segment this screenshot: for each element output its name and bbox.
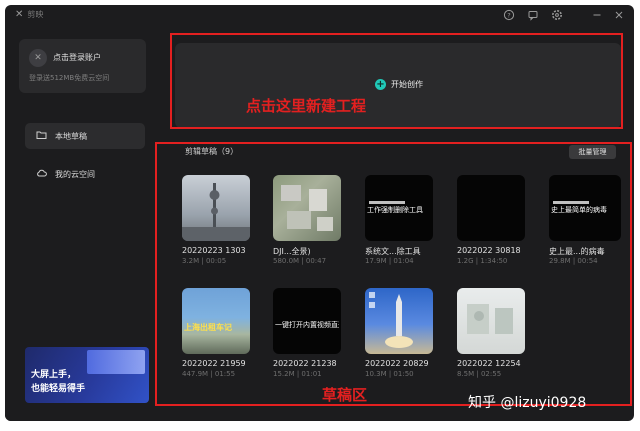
settings-gear-icon[interactable]: [551, 9, 563, 21]
promo-line-2: 也能轻易得手: [31, 384, 86, 394]
app-name: 剪映: [27, 10, 44, 19]
drafts-annotation-label: 草稿区: [322, 386, 368, 404]
nav-local-drafts[interactable]: 本地草稿: [25, 123, 145, 149]
login-subtitle: 登录送512MB免费云空间: [29, 74, 110, 82]
folder-icon: [35, 130, 47, 143]
watermark: 知乎 @lizuyi0928: [468, 395, 587, 411]
svg-text:?: ?: [507, 11, 510, 19]
cloud-icon: [35, 168, 47, 181]
promo-line-1: 大屏上手，: [31, 370, 77, 380]
sidebar: ✕ 点击登录账户 登录送512MB免费云空间 本地草稿 我的云空间 大屏上手， …: [5, 27, 157, 421]
minimize-icon[interactable]: [591, 9, 603, 21]
login-card[interactable]: ✕ 点击登录账户 登录送512MB免费云空间: [19, 39, 146, 93]
create-annotation-label: 点击这里新建工程: [246, 97, 367, 115]
close-icon[interactable]: [613, 9, 625, 21]
promo-image: [87, 350, 145, 374]
login-title: 点击登录账户: [53, 53, 101, 62]
help-icon[interactable]: ?: [503, 9, 515, 21]
title-bar: ✕ 剪映 ?: [5, 5, 634, 27]
create-annotation-box: [170, 33, 623, 129]
feedback-icon[interactable]: [527, 9, 539, 21]
drafts-annotation-box: [155, 142, 632, 406]
promo-banner[interactable]: 大屏上手， 也能轻易得手: [25, 347, 149, 403]
nav-label: 我的云空间: [55, 169, 95, 179]
nav-cloud-space[interactable]: 我的云空间: [25, 161, 145, 187]
nav-label: 本地草稿: [55, 131, 87, 141]
app-logo: ✕ 剪映: [15, 9, 43, 20]
jianying-logo-icon: ✕: [15, 9, 24, 20]
avatar-icon: ✕: [29, 49, 47, 67]
